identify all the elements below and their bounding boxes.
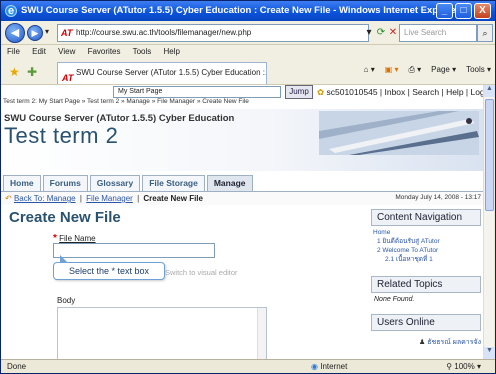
atutor-favicon-icon: AT	[61, 28, 73, 38]
status-bar: Done ◉ Internet ⚲ 100% ▾	[1, 359, 495, 373]
current-page-label: Create New File	[143, 194, 203, 203]
menu-help[interactable]: Help	[164, 47, 180, 56]
page-scrollbar[interactable]: ▲ ▼	[483, 85, 495, 359]
jump-select[interactable]: My Start Page	[113, 86, 281, 98]
user-icon: ✿	[317, 87, 325, 97]
forward-button[interactable]: ▶	[27, 25, 43, 41]
tree-item-2[interactable]: 2 Welcome To ATutor	[373, 246, 479, 255]
page-content: My Start Page Jump ✿ sc501010545 | Inbox…	[1, 85, 485, 359]
home-icon[interactable]: ⌂ ▾	[364, 65, 375, 75]
ie-logo-icon	[5, 1, 17, 21]
online-user-name[interactable]: ธัชธรณ์ ผลคารจัง	[427, 339, 481, 346]
zoom-value: 100%	[454, 362, 475, 371]
content-tree: Home 1 ยินดีต้อนรับสู่ ATutor 2 Welcome …	[371, 226, 481, 266]
tab-toolbar: ★ ✚ AT SWU Course Server (ATutor 1.5.5) …	[1, 59, 495, 85]
zoom-icon: ⚲	[446, 362, 453, 371]
sidebar: Content Navigation Home 1 ยินดีต้อนรับสู…	[371, 209, 481, 348]
internet-zone-label: Internet	[320, 362, 348, 371]
browser-window: SWU Course Server (ATutor 1.5.5) Cyber E…	[0, 0, 496, 374]
browser-tab[interactable]: AT SWU Course Server (ATutor 1.5.5) Cybe…	[57, 62, 267, 84]
back-button[interactable]: ◀	[5, 23, 25, 43]
sub-navigation-bar: ↶ Back To: Manage | File Manager | Creat…	[1, 191, 485, 205]
search-input[interactable]: Live Search	[399, 24, 477, 42]
page-menu-button[interactable]: Page ▾	[431, 65, 456, 75]
maximize-button[interactable]: □	[455, 3, 472, 19]
menu-view[interactable]: View	[58, 47, 75, 56]
back-to-manage-link[interactable]: Back To: Manage	[14, 194, 76, 203]
textarea-scrollbar[interactable]	[257, 308, 266, 359]
tree-item-2-1[interactable]: 2.1 เนื้อหาชุดที่ 1	[373, 255, 479, 264]
scroll-thumb[interactable]	[485, 99, 494, 211]
address-toolbar: ◀ ▶ ▾ AT http://course.swu.ac.th/tools/f…	[1, 21, 495, 45]
globe-icon: ◉	[311, 362, 318, 371]
back-arrow-icon: ↶	[5, 194, 12, 203]
date-time: Monday July 14, 2008 - 13:17	[395, 194, 481, 201]
tree-home[interactable]: Home	[373, 228, 479, 237]
filename-input[interactable]	[53, 243, 215, 258]
history-dropdown-icon[interactable]: ▾	[45, 27, 49, 36]
course-header: SWU Course Server (ATutor 1.5.5) Cyber E…	[1, 109, 485, 191]
menu-file[interactable]: File	[7, 47, 20, 56]
menu-favorites[interactable]: Favorites	[88, 47, 121, 56]
jump-button[interactable]: Jump	[285, 85, 313, 99]
status-text: Done	[7, 362, 27, 371]
menu-bar: File Edit View Favorites Tools Help	[1, 45, 495, 59]
tutorial-callout: Select the * text box	[53, 255, 165, 280]
close-button[interactable]: X	[474, 3, 491, 19]
user-online-icon: ♟	[419, 339, 426, 346]
scroll-up-icon[interactable]: ▲	[484, 85, 495, 97]
tab-forums[interactable]: Forums	[42, 175, 88, 191]
favorites-star-icon[interactable]: ★	[9, 65, 20, 79]
print-icon[interactable]: ⎙ ▾	[409, 65, 422, 75]
user-links[interactable]: ✿ sc501010545 | Inbox | Search | Help | …	[317, 87, 485, 98]
tab-glossary[interactable]: Glossary	[89, 175, 141, 191]
online-user[interactable]: ♟ ธัชธรณ์ ผลคารจัง	[371, 331, 481, 348]
course-nav-tabs: Home Forums Glossary File Storage Manage	[3, 175, 253, 191]
body-textarea[interactable]	[57, 307, 267, 359]
tab-title: SWU Course Server (ATutor 1.5.5) Cyber E…	[76, 68, 267, 77]
feeds-icon[interactable]: ▣ ▾	[385, 65, 399, 75]
small-breadcrumb: Test term 2: My Start Page » Test term 2…	[3, 98, 249, 105]
top-strip: My Start Page Jump ✿ sc501010545 | Inbox…	[1, 85, 485, 109]
menu-edit[interactable]: Edit	[32, 47, 46, 56]
tab-favicon-icon: AT	[62, 73, 74, 83]
users-online-header: Users Online	[371, 314, 481, 331]
course-title: Test term 2	[4, 123, 119, 148]
add-favorites-icon[interactable]: ✚	[27, 65, 37, 79]
tools-menu-button[interactable]: Tools ▾	[466, 65, 491, 75]
switch-visual-editor-button[interactable]: Switch to visual editor	[165, 268, 238, 277]
address-url: http://course.swu.ac.th/tools/filemanage…	[76, 28, 252, 37]
internet-zone: ◉ Internet	[311, 360, 347, 373]
body-label: Body	[57, 296, 76, 305]
title-bar: SWU Course Server (ATutor 1.5.5) Cyber E…	[1, 1, 495, 21]
header-pens-image	[319, 111, 479, 155]
related-none-found: None Found.	[374, 296, 415, 303]
content-navigation-header: Content Navigation	[371, 209, 481, 226]
search-icon[interactable]: ⌕	[477, 24, 493, 42]
tab-file-storage[interactable]: File Storage	[142, 175, 205, 191]
tab-home[interactable]: Home	[3, 175, 41, 191]
filename-label-text: File Name	[59, 234, 96, 243]
tree-item-1[interactable]: 1 ยินดีต้อนรับสู่ ATutor	[373, 237, 479, 246]
zoom-level[interactable]: ⚲ 100% ▾	[446, 360, 481, 373]
menu-tools[interactable]: Tools	[133, 47, 152, 56]
address-field[interactable]: AT http://course.swu.ac.th/tools/fileman…	[57, 24, 369, 42]
breadcrumb: ↶ Back To: Manage | File Manager | Creat…	[5, 194, 203, 203]
user-links-text[interactable]: sc501010545 | Inbox | Search | Help | Lo…	[327, 87, 486, 97]
file-manager-link[interactable]: File Manager	[86, 194, 133, 203]
scroll-down-icon[interactable]: ▼	[484, 347, 495, 359]
minimize-button[interactable]: _	[436, 3, 453, 19]
window-title: SWU Course Server (ATutor 1.5.5) Cyber E…	[21, 5, 460, 16]
related-topics-header: Related Topics	[371, 276, 481, 293]
page-title: Create New File	[9, 209, 121, 226]
tab-manage[interactable]: Manage	[206, 175, 253, 191]
